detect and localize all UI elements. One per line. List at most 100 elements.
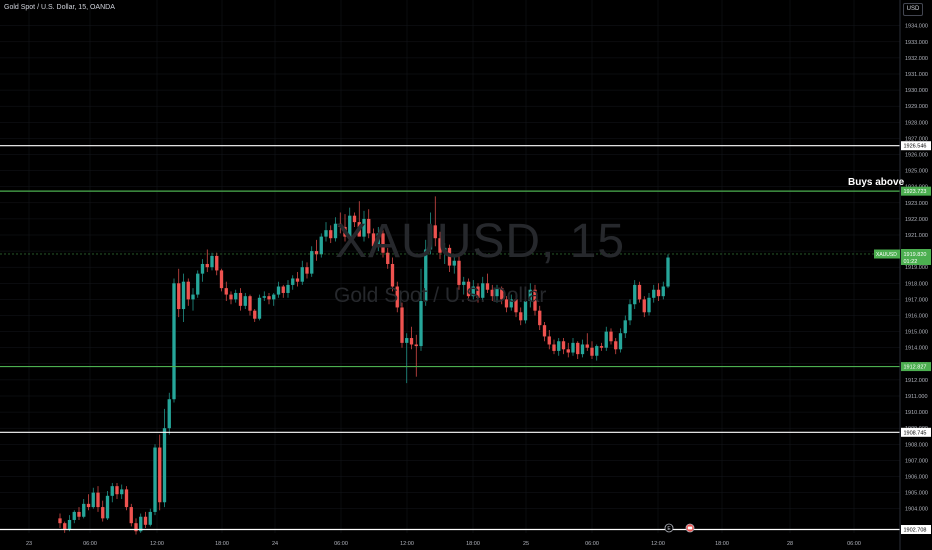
candle-body: [205, 263, 209, 268]
price-tick-label: 1907.000: [905, 458, 928, 464]
price-tick-label: 1919.000: [905, 265, 928, 271]
event-marker-news-glyph: [687, 526, 693, 530]
time-tick-label: 06:00: [847, 541, 861, 547]
candle-body: [409, 338, 414, 345]
candle-body: [281, 286, 285, 293]
candle-body: [519, 312, 523, 321]
candle-body: [215, 255, 219, 271]
candle-body: [186, 281, 190, 300]
candle-body: [618, 333, 623, 350]
level-price-tag-label: 1923.723: [904, 189, 927, 195]
candle-body: [248, 296, 252, 311]
price-tick-label: 1910.000: [905, 410, 928, 416]
candle-body: [96, 492, 100, 508]
candle-body: [609, 331, 613, 342]
candle-body: [243, 296, 247, 306]
candle-body: [414, 344, 418, 347]
time-tick-label: 25: [523, 541, 529, 547]
candle-body: [576, 342, 580, 355]
price-tick-label: 1933.000: [905, 40, 928, 46]
candle-body: [542, 325, 547, 337]
candle-body: [666, 257, 670, 287]
candle-body: [224, 288, 228, 295]
price-tick-label: 1923.000: [905, 201, 928, 207]
price-tick-label: 1906.000: [905, 475, 928, 481]
time-tick-label: 18:00: [715, 541, 729, 547]
candle-body: [67, 519, 72, 530]
price-tick-label: 1925.000: [905, 169, 928, 175]
time-tick-label: 12:00: [400, 541, 414, 547]
price-tick-label: 1905.000: [905, 491, 928, 497]
candle-body: [637, 284, 642, 300]
candle-body: [181, 281, 186, 310]
time-tick-label: 24: [272, 541, 278, 547]
candle-body: [585, 344, 589, 348]
time-tick-label: 06:00: [83, 541, 97, 547]
horizontal-levels[interactable]: [0, 145, 900, 531]
candle-body: [329, 230, 333, 239]
candle-body: [229, 294, 233, 300]
price-tick-label: 1918.000: [905, 281, 928, 287]
price-tick-label: 1904.000: [905, 507, 928, 513]
candle-body: [72, 511, 76, 520]
price-tick-label: 1932.000: [905, 56, 928, 62]
watermark-symbol: XAUUSD, 15: [335, 215, 626, 268]
price-tick-label: 1928.000: [905, 120, 928, 126]
candle-body: [262, 296, 266, 298]
candle-body: [105, 495, 110, 519]
candle-body: [267, 296, 271, 300]
candle-body: [295, 278, 300, 282]
candle-body: [158, 447, 162, 503]
candle-body: [234, 292, 238, 300]
candle-body: [590, 347, 594, 356]
candle-body: [124, 489, 129, 508]
candle-body: [210, 255, 214, 268]
price-axis-panel[interactable]: [900, 0, 932, 550]
candle-body: [272, 294, 276, 300]
candle-body: [633, 284, 637, 305]
price-tick-label: 1929.000: [905, 104, 928, 110]
current-price-tag: XAUUSD 1919.82001:22: [874, 248, 931, 265]
buys-above-annotation[interactable]: Buys above: [848, 177, 904, 188]
candle-body: [652, 289, 656, 298]
level-price-tag-label: 1902.708: [904, 528, 927, 534]
candle-body: [656, 289, 661, 297]
candle-body: [253, 310, 257, 319]
price-tick-label: 1934.000: [905, 24, 928, 30]
candle-body: [614, 341, 618, 350]
candle-body: [63, 523, 67, 530]
price-tick-label: 1915.000: [905, 330, 928, 336]
candle-body: [91, 492, 95, 508]
candle-body: [200, 263, 205, 274]
currency-selector[interactable]: USD: [903, 3, 923, 16]
candle-body: [58, 518, 62, 524]
candle-body: [661, 286, 665, 297]
time-tick-label: 12:00: [651, 541, 665, 547]
event-markers[interactable]: E: [664, 523, 695, 533]
candle-body: [177, 283, 181, 310]
candle-body: [538, 310, 542, 326]
candle-body: [196, 273, 200, 295]
candle-body: [305, 267, 309, 274]
time-axis-labels: 23 06:00 12:00 18:00 24 06:00 12:00 18:00 25 06:0…: [26, 541, 861, 547]
candle-body: [148, 511, 152, 525]
candle-body: [77, 511, 81, 517]
candle-body: [595, 346, 599, 356]
price-tick-label: 1916.000: [905, 314, 928, 320]
candle-body: [300, 267, 304, 282]
candle-body: [101, 507, 105, 519]
time-tick-label: 23: [26, 541, 32, 547]
candle-body: [557, 341, 561, 351]
candle-body: [642, 299, 646, 313]
bar-countdown-label: 01:22: [904, 259, 918, 265]
candle-body: [129, 507, 133, 524]
candle-body: [405, 338, 409, 343]
price-tick-label: 1912.000: [905, 378, 928, 384]
watermark-name: Gold Spot / U.S. Dollar: [334, 284, 547, 307]
price-chart[interactable]: 1904.000 1905.000 1906.000 1907.000 1908.000…: [0, 0, 932, 550]
candle-body: [561, 341, 566, 350]
candle-body: [120, 489, 124, 495]
candle-body: [276, 286, 281, 295]
candle-body: [623, 320, 627, 334]
price-tick-label: 1908.000: [905, 442, 928, 448]
